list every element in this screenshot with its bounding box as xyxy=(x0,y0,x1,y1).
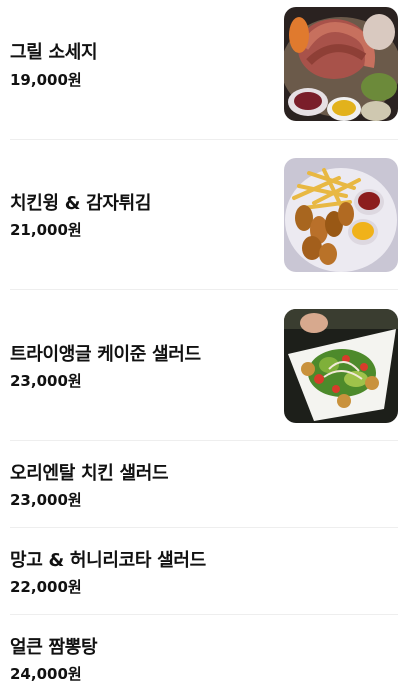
menu-item-price: 19,000원 xyxy=(10,71,82,89)
menu-item-name: 치킨윙 & 감자튀김 xyxy=(10,193,152,214)
menu-item[interactable]: 오리엔탈 치킨 샐러드 23,000원 xyxy=(10,441,398,528)
sausage-platter-image xyxy=(284,7,398,121)
menu-item-name: 오리엔탈 치킨 샐러드 xyxy=(10,463,169,484)
menu-item[interactable]: 얼큰 짬뽕탕 24,000원 xyxy=(10,615,398,690)
menu-item[interactable]: 그릴 소세지 19,000원 xyxy=(10,0,398,140)
menu-item[interactable]: 망고 & 허니리코타 샐러드 22,000원 xyxy=(10,528,398,615)
menu-item-price: 21,000원 xyxy=(10,221,82,239)
menu-item-photo[interactable] xyxy=(284,7,398,121)
menu-item-price: 23,000원 xyxy=(10,491,82,509)
menu-item-name: 트라이앵글 케이준 샐러드 xyxy=(10,344,201,365)
menu-item-price: 22,000원 xyxy=(10,578,82,596)
menu-item-name: 얼큰 짬뽕탕 xyxy=(10,637,98,658)
chicken-wings-fries-image xyxy=(284,158,398,272)
menu-list: 그릴 소세지 19,000원 치킨윙 & 감자튀김 21,000원 트라이앵글 … xyxy=(0,0,412,690)
cajun-salad-image xyxy=(284,309,398,423)
menu-item-photo[interactable] xyxy=(284,158,398,272)
menu-item[interactable]: 치킨윙 & 감자튀김 21,000원 xyxy=(10,140,398,290)
menu-item-price: 23,000원 xyxy=(10,372,82,390)
menu-item-photo[interactable] xyxy=(284,309,398,423)
menu-item[interactable]: 트라이앵글 케이준 샐러드 23,000원 xyxy=(10,290,398,441)
menu-item-name: 그릴 소세지 xyxy=(10,42,98,63)
menu-item-name: 망고 & 허니리코타 샐러드 xyxy=(10,550,206,571)
menu-item-price: 24,000원 xyxy=(10,665,82,683)
